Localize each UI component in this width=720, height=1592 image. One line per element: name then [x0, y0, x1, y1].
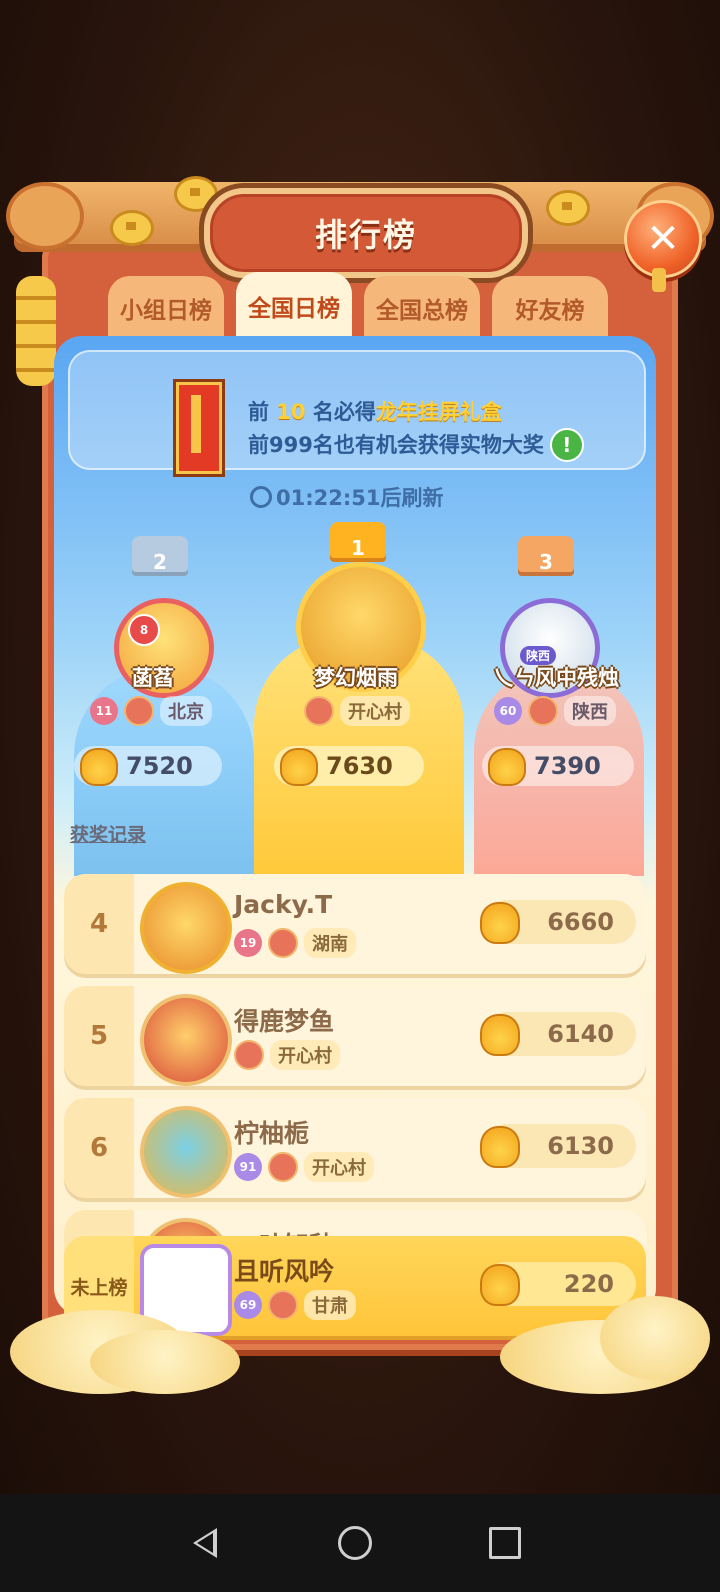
level-badge: 60 — [494, 697, 522, 725]
podium-score-3: 7390 — [482, 746, 634, 786]
title-plaque: 排行榜 — [204, 188, 528, 278]
dragon-badge-icon — [268, 928, 298, 958]
podium-name-1: 梦幻烟雨 — [314, 666, 398, 690]
close-icon: ✕ — [646, 216, 680, 262]
dragon-badge-icon — [528, 696, 558, 726]
player-name: 得鹿梦鱼 — [234, 1007, 335, 1036]
crown-gold-icon: 1 — [330, 522, 386, 562]
money-bag-icon — [280, 748, 318, 786]
award-history-link[interactable]: 获奖记录 — [70, 820, 146, 847]
region-label: 开心村 — [270, 1040, 340, 1070]
tab-friends[interactable]: 好友榜 — [492, 276, 608, 340]
podium-name-3: 乀ㄣ风中残烛 — [493, 666, 619, 690]
dragon-badge-icon — [124, 696, 154, 726]
coin-icon — [546, 190, 590, 226]
money-bag-icon — [480, 1126, 520, 1168]
rank-number: 4 — [64, 874, 134, 974]
money-bag-icon — [80, 748, 118, 786]
player-name: 且听风吟 — [234, 1257, 335, 1286]
region-label: 开心村 — [340, 696, 410, 726]
table-row[interactable]: 6 柠柚栀 91 开心村 6130 — [64, 1098, 646, 1198]
rank-number: 5 — [64, 986, 134, 1086]
region-label: 北京 — [160, 696, 212, 726]
player-tags: 69 甘肃 — [234, 1290, 356, 1320]
tab-national-daily[interactable]: 全国日榜 — [236, 272, 352, 340]
hanging-coins-icon — [16, 276, 56, 386]
player-tags: 开心村 — [234, 1040, 340, 1070]
home-button[interactable] — [328, 1516, 382, 1570]
badge-level: 8 — [128, 614, 160, 646]
player-score: 6140 — [480, 1012, 636, 1056]
region-label: 湖南 — [304, 928, 356, 958]
player-tags: 19 湖南 — [234, 928, 356, 958]
money-bag-icon — [480, 1264, 520, 1306]
avatar[interactable] — [140, 994, 232, 1086]
page-title: 排行榜 — [314, 216, 417, 254]
money-bag-icon — [488, 748, 526, 786]
cloud-decoration — [90, 1330, 240, 1394]
roof-curl-left — [6, 182, 84, 250]
level-badge: 11 — [90, 697, 118, 725]
reward-scroll-icon — [176, 382, 222, 474]
tab-group-daily[interactable]: 小组日榜 — [108, 276, 224, 340]
back-icon — [193, 1528, 217, 1558]
dragon-badge-icon — [234, 1040, 264, 1070]
crown-silver-icon: 2 — [132, 536, 188, 576]
player-score: 6130 — [480, 1124, 636, 1168]
reward-banner: 前 10 名必得龙年挂屏礼盒 前999名也有机会获得实物大奖! — [68, 350, 646, 474]
recents-button[interactable] — [478, 1516, 532, 1570]
table-row[interactable]: 5 得鹿梦鱼 开心村 6140 — [64, 986, 646, 1086]
dragon-badge-icon — [268, 1152, 298, 1182]
tab-bar: 小组日榜 全国日榜 全国总榜 好友榜 — [108, 272, 610, 340]
tassel-decoration — [652, 268, 666, 292]
banner-line-1: 前 10 名必得龙年挂屏礼盒 — [248, 400, 502, 424]
exclamation-icon[interactable]: ! — [549, 428, 584, 462]
level-badge: 69 — [234, 1291, 262, 1319]
podium-score-1: 7630 — [274, 746, 424, 786]
podium-tags-3: 60 陕西 — [494, 696, 616, 726]
level-badge: 19 — [234, 929, 262, 957]
crown-bronze-icon: 3 — [518, 536, 574, 576]
dragon-badge-icon — [268, 1290, 298, 1320]
system-navigation-bar — [0, 1494, 720, 1592]
podium-tags-2: 11 北京 — [90, 696, 212, 726]
coin-icon — [110, 210, 154, 246]
home-icon — [338, 1526, 372, 1560]
player-name: Jacky.T — [234, 890, 333, 919]
region-label: 甘肃 — [304, 1290, 356, 1320]
clock-icon — [250, 486, 272, 508]
leaderboard-content: 前 10 名必得龙年挂屏礼盒 前999名也有机会获得实物大奖! 01:22:51… — [54, 336, 656, 1316]
player-score: 6660 — [480, 900, 636, 944]
region-label: 开心村 — [304, 1152, 374, 1182]
player-score: 220 — [480, 1262, 636, 1306]
avatar[interactable] — [140, 882, 232, 974]
tab-national-total[interactable]: 全国总榜 — [364, 276, 480, 340]
money-bag-icon — [480, 902, 520, 944]
dragon-badge-icon — [304, 696, 334, 726]
back-button[interactable] — [178, 1516, 232, 1570]
podium-score-2: 7520 — [74, 746, 222, 786]
region-label: 陕西 — [564, 696, 616, 726]
money-bag-icon — [480, 1014, 520, 1056]
recents-icon — [489, 1527, 521, 1559]
refresh-timer: 01:22:51后刷新 — [250, 482, 443, 512]
podium-name-2: 菡萏 — [132, 666, 174, 690]
banner-line-2: 前999名也有机会获得实物大奖! — [248, 428, 584, 462]
table-row[interactable]: 4 Jacky.T 19 湖南 6660 — [64, 874, 646, 974]
cloud-decoration — [600, 1296, 710, 1380]
close-button[interactable]: ✕ — [624, 200, 702, 278]
avatar[interactable] — [140, 1106, 232, 1198]
podium-tags-1: 开心村 — [304, 696, 410, 726]
player-name: 柠柚栀 — [234, 1119, 310, 1148]
level-badge: 91 — [234, 1153, 262, 1181]
player-tags: 91 开心村 — [234, 1152, 374, 1182]
rank-number: 6 — [64, 1098, 134, 1198]
